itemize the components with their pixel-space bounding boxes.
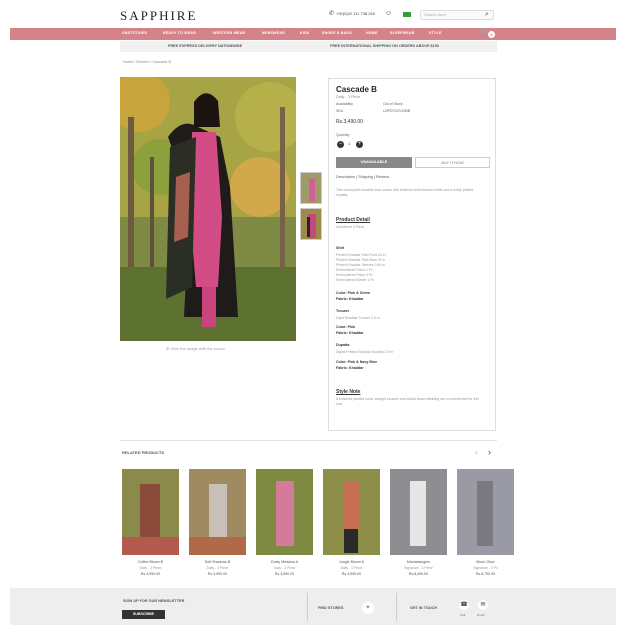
related-product-price: Rs.3,590.00 — [341, 572, 362, 576]
email-label[interactable]: Email — [477, 614, 485, 617]
style-note-heading: Style Note — [336, 389, 361, 395]
search-icon[interactable]: ⌕ — [485, 11, 489, 18]
location-pin-icon[interactable]: ⌖ — [362, 602, 374, 614]
zoom-hint: ⊕ Click the image with the cursor — [166, 346, 225, 351]
footer — [10, 588, 616, 625]
newsletter-label: SIGN UP FOR OUR NEWSLETTER — [123, 599, 185, 603]
user-icon[interactable]: ☺ — [385, 10, 392, 17]
product-main-image[interactable] — [120, 77, 296, 341]
shirt-color: Color: Pink & Green — [336, 291, 371, 295]
availability-label: Availability — [336, 102, 353, 106]
sku-label: SKU — [336, 109, 344, 113]
product-subtitle: Daily - 3 Piece — [336, 95, 361, 99]
nav-item-unstitched[interactable]: UNSTITCHED — [122, 31, 147, 36]
related-product-subtitle: Signature - 3 Piece — [404, 566, 433, 570]
related-product-name[interactable]: Jungle Bloom A — [323, 560, 380, 564]
related-product-subtitle: Daily - 3 Piece — [273, 566, 296, 570]
get-in-touch-label: GET IN TOUCH — [410, 606, 438, 610]
product-description: This vibrant pink khaddar look comes wit… — [336, 188, 474, 197]
phone-icon: ✆ — [329, 11, 335, 17]
quantity-decrease-button[interactable]: − — [337, 141, 344, 148]
promo-shipping: FREE INTERNATIONAL SHIPPING ON ORDERS AB… — [330, 44, 440, 48]
shirt-fabric: Fabric: Khaddar — [336, 297, 364, 301]
product-thumbnail[interactable] — [300, 208, 322, 240]
product-price: Rs.3,490.00 — [336, 119, 363, 125]
footer-divider — [307, 593, 308, 621]
related-product-price: Rs.8,490.00 — [408, 572, 429, 576]
subscribe-button[interactable]: SUBSCRIBE — [122, 610, 165, 619]
footer-divider — [396, 593, 397, 621]
find-stores-link[interactable]: FIND STORES — [318, 606, 343, 611]
related-product-subtitle: Signature - 3 Pc — [473, 566, 498, 570]
trouser-fabric: Fabric: Khaddar — [336, 331, 364, 335]
related-product-image[interactable] — [122, 469, 179, 555]
nav-item-kids[interactable]: KIDS — [300, 31, 309, 36]
related-product-image[interactable] — [390, 469, 447, 555]
related-product-name[interactable]: Michaelangelo — [390, 560, 447, 564]
nav-item-style[interactable]: STYLE — [429, 31, 442, 36]
related-product-price: Rs.3,990.00 — [140, 572, 161, 576]
related-product-image[interactable] — [323, 469, 380, 555]
quantity-increase-button[interactable]: + — [356, 141, 363, 148]
dupatta-label: Dupatta — [336, 343, 350, 347]
dupatta-line: Digital Printed Khaddar Dupatta 2.5 m — [336, 350, 394, 354]
related-product-image[interactable] — [189, 469, 246, 555]
call-label[interactable]: Call — [460, 614, 465, 617]
site-logo[interactable]: SAPPHIRE — [120, 9, 197, 22]
nav-item-home[interactable]: HOME — [366, 31, 378, 36]
related-products-title: RELATED PRODUCTS — [122, 450, 165, 455]
shirt-line: Embroidered Border 1 Pc — [336, 278, 375, 282]
cart-count-badge: 0 — [488, 31, 495, 38]
related-product-subtitle: Daily - 3 Piece — [206, 566, 229, 570]
buy-it-now-button[interactable]: BUY IT NOW — [415, 157, 490, 168]
related-product-subtitle: Daily - 3 Piece — [340, 566, 363, 570]
product-thumbnail[interactable] — [300, 172, 322, 204]
style-note-text: A buttoned pleated kurta, straight trous… — [336, 397, 479, 406]
related-product-subtitle: Daily - 3 Piece — [139, 566, 162, 570]
promo-delivery: FREE EXPRESS DELIVERY NATIONWIDE — [168, 44, 243, 48]
related-product-name[interactable]: Soft Shadows B — [189, 560, 246, 564]
nav-item-ready-to-wear[interactable]: READY TO WEAR — [163, 31, 196, 36]
phone-number[interactable]: +92(0)42 111 738 245 — [336, 12, 375, 16]
section-divider — [120, 440, 497, 441]
dupatta-color: Color: Pink & Navy Blue — [336, 360, 378, 364]
quantity-label: Quantity — [336, 133, 350, 137]
trouser-color: Color: Pink — [336, 325, 356, 329]
availability-value: Out of Stock — [383, 102, 403, 106]
related-product-image[interactable] — [256, 469, 313, 555]
chevron-left-icon[interactable]: ‹ — [475, 448, 478, 457]
country-flag-icon[interactable] — [403, 12, 411, 17]
related-product-name[interactable]: Moon Glow — [457, 560, 514, 564]
sku-value: U3PDY22V19BB — [383, 109, 411, 113]
related-product-name[interactable]: Dusty Meadow A — [256, 560, 313, 564]
chevron-right-icon[interactable]: › — [488, 448, 491, 457]
related-product-price: Rs.3,990.00 — [207, 572, 228, 576]
nav-item-shoes-bags[interactable]: SHOES & BAGS — [322, 31, 352, 36]
related-product-image[interactable] — [457, 469, 514, 555]
nav-item-western-wear[interactable]: WESTERN WEAR — [213, 31, 245, 36]
dupatta-fabric: Fabric: Khaddar — [336, 366, 364, 370]
unavailable-button[interactable]: UNAVAILABLE — [336, 157, 412, 168]
nav-item-menswear[interactable]: MENSWEAR — [262, 31, 285, 36]
call-icon[interactable]: ☎ — [459, 600, 469, 610]
shirt-label: Shirt — [336, 246, 345, 250]
product-detail-heading: Product Detail — [336, 217, 370, 223]
related-product-name[interactable]: Coffee Bloom B — [122, 560, 179, 564]
related-product-price: Rs.3,590.00 — [274, 572, 295, 576]
search-placeholder: Search here — [424, 12, 446, 17]
trouser-label: Trouser — [336, 309, 350, 313]
trouser-line: Dyed Khaddar Trouser 2.5 m — [336, 316, 380, 320]
product-title: Cascade B — [336, 85, 377, 94]
nav-item-sleepwear[interactable]: SLEEPWEAR — [390, 31, 415, 36]
quantity-value[interactable]: 1 — [348, 142, 350, 146]
main-nav — [10, 28, 616, 40]
email-icon[interactable]: ✉ — [478, 600, 488, 610]
product-detail-subtitle: Unstitched 3 Piece — [336, 225, 365, 229]
breadcrumb[interactable]: Home / Women / Cascade B — [123, 60, 171, 65]
related-product-price: Rs.8,790.00 — [475, 572, 496, 576]
product-info-tabs[interactable]: Description | Shipping | Returns — [336, 175, 389, 180]
